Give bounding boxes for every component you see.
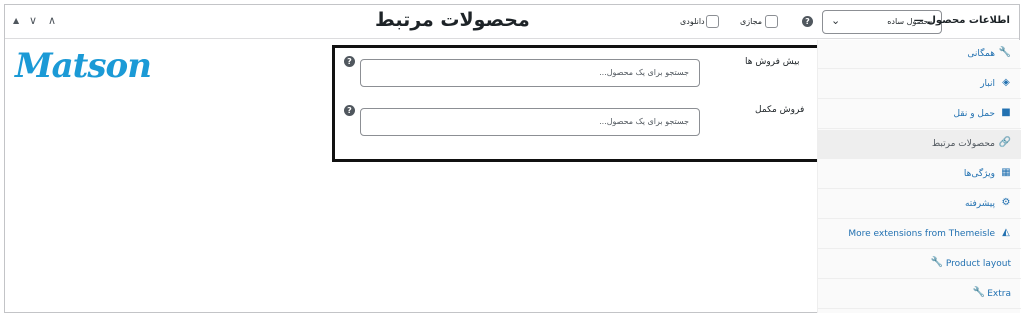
tab-label: انبار bbox=[980, 79, 995, 89]
wrench-icon: 🔧 bbox=[998, 47, 1011, 58]
tab-label: همگانی bbox=[967, 49, 995, 59]
upsells-label: بیش فروش ها bbox=[745, 57, 800, 67]
tab-attributes[interactable]: ▦ ویژگی‌ها bbox=[818, 160, 1021, 189]
tab-product-layout[interactable]: 🔧 Product layout bbox=[818, 250, 1021, 279]
downloadable-checkbox[interactable] bbox=[706, 15, 719, 28]
chevron-down-icon[interactable]: ∨ bbox=[29, 14, 37, 27]
puzzle-icon: ◭ bbox=[1002, 227, 1010, 238]
tab-label: More extensions from Themeisle bbox=[848, 229, 995, 239]
upsells-help-icon[interactable]: ? bbox=[344, 56, 355, 67]
tab-inventory[interactable]: ◈ انبار bbox=[818, 70, 1021, 99]
virtual-checkbox[interactable] bbox=[765, 15, 778, 28]
virtual-label: مجازی bbox=[740, 17, 763, 26]
downloadable-label: دانلودی bbox=[680, 17, 705, 26]
product-data-panel: ▲ ∨ ∧ محصولات مرتبط دانلودی مجازی ? محصو… bbox=[4, 4, 1021, 313]
tab-label: ویژگی‌ها bbox=[963, 169, 995, 179]
gear-icon: ⚙ bbox=[1001, 197, 1011, 208]
upsells-placeholder: جستجو برای یک محصول... bbox=[599, 68, 689, 77]
move-up-small-icon[interactable]: ▲ bbox=[13, 16, 19, 25]
tab-label: محصولات مرتبط bbox=[931, 139, 995, 149]
link-icon: 🔗 bbox=[998, 137, 1011, 148]
chevron-up-icon[interactable]: ∧ bbox=[48, 14, 56, 27]
panel-header: ▲ ∨ ∧ محصولات مرتبط دانلودی مجازی ? محصو… bbox=[5, 5, 1019, 39]
wrench-icon: 🔧 bbox=[930, 257, 943, 268]
tab-linked-products[interactable]: 🔗 محصولات مرتبط bbox=[818, 130, 1021, 159]
matson-logo: Matson bbox=[15, 46, 152, 86]
crosssells-placeholder: جستجو برای یک محصول... bbox=[599, 117, 689, 126]
tag-icon: ◈ bbox=[1002, 77, 1010, 88]
truck-icon: ■ bbox=[1001, 107, 1011, 118]
tab-general[interactable]: 🔧 همگانی bbox=[818, 40, 1021, 69]
tab-label: حمل و نقل bbox=[953, 109, 995, 119]
table-icon: ▦ bbox=[1001, 167, 1011, 178]
crosssells-search-input[interactable]: جستجو برای یک محصول... bbox=[360, 108, 700, 136]
wrench-icon: 🔧 bbox=[972, 287, 985, 298]
tab-shipping[interactable]: ■ حمل و نقل bbox=[818, 100, 1021, 129]
panel-title: اطلاعات محصول — bbox=[913, 15, 1010, 26]
tab-advanced[interactable]: ⚙ پیشرفته bbox=[818, 190, 1021, 219]
tab-label: Product layout bbox=[945, 259, 1011, 269]
upsells-search-input[interactable]: جستجو برای یک محصول... bbox=[360, 59, 700, 87]
chevron-down-icon: ⌄ bbox=[831, 14, 841, 27]
product-data-tabs: 🔧 همگانی ◈ انبار ■ حمل و نقل 🔗 محصولات م… bbox=[817, 40, 1021, 313]
help-icon[interactable]: ? bbox=[802, 16, 813, 27]
tab-more-extensions[interactable]: ◭ More extensions from Themeisle bbox=[818, 220, 1021, 249]
tab-label: پیشرفته bbox=[964, 199, 995, 209]
tab-label: Extra bbox=[987, 289, 1011, 299]
page-title: محصولات مرتبط bbox=[375, 9, 530, 31]
crosssells-label: فروش مکمل bbox=[755, 105, 805, 115]
tab-extra[interactable]: 🔧 Extra bbox=[818, 280, 1021, 309]
crosssells-help-icon[interactable]: ? bbox=[344, 105, 355, 116]
